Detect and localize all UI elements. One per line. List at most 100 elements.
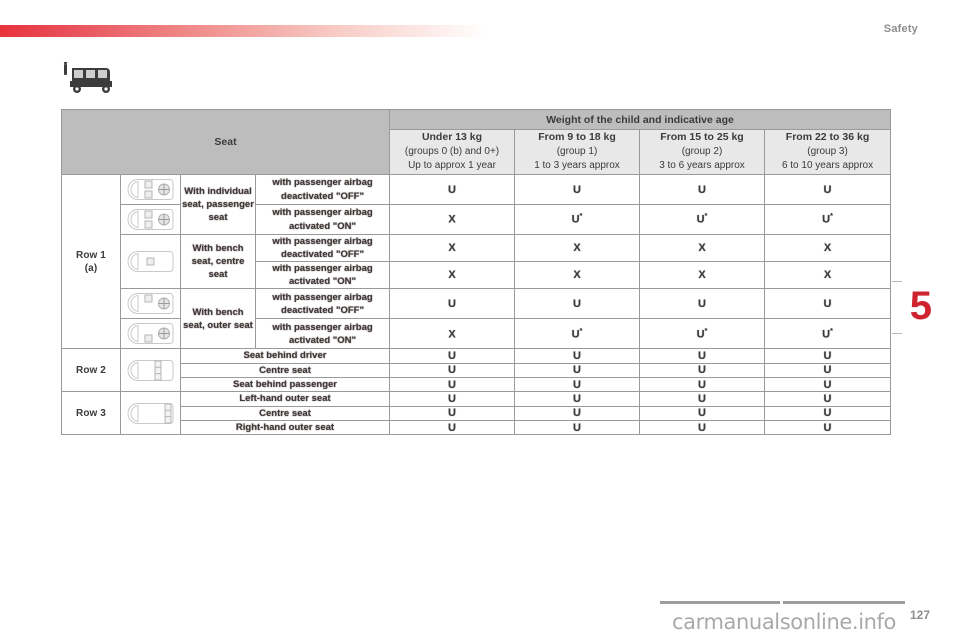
table-row: With bench seat, centre seat with passen… — [62, 233, 892, 290]
cell-value: U — [639, 405, 765, 421]
vehicle-top-view-front-individual-icon-2 — [120, 204, 181, 235]
cell-value: U — [639, 391, 765, 407]
seat-column-header: Seat — [61, 109, 390, 175]
group-label-0: (groups 0 (b) and 0+) — [404, 146, 500, 158]
cell-value: U — [514, 419, 640, 436]
weight-column-0: Under 13 kg (groups 0 (b) and 0+) Up to … — [389, 129, 515, 175]
cell-value: U — [514, 348, 640, 364]
chapter-tab-rule-top — [892, 281, 902, 282]
vehicle-top-view-bench-centre-icon — [120, 233, 181, 290]
row-group-label-row1: Row 1 (a) — [61, 173, 121, 350]
cell-value: X — [514, 261, 640, 290]
weight-group-header: Weight of the child and indicative age — [388, 109, 892, 130]
cell-value: U* — [763, 318, 892, 350]
group-label-1: (group 1) — [556, 146, 598, 158]
cell-value: X — [389, 233, 515, 263]
cell-value: U — [639, 288, 765, 320]
age-label-0: Up to approx 1 year — [408, 160, 496, 172]
cell-value: U — [763, 174, 892, 205]
airbag-state-label: with passenger airbag deactivated "OFF" — [255, 174, 390, 205]
cell-value: U — [514, 405, 640, 421]
cell-value: U — [389, 288, 515, 320]
cell-value: U — [763, 405, 892, 421]
table-row: Centre seat U U U U — [62, 405, 892, 421]
table-row: Row 1 (a) With individual seat, passenge… — [61, 173, 892, 350]
airbag-state-label: with passenger airbag deactivated "OFF" — [255, 288, 390, 320]
vehicle-top-view-front-individual-icon — [120, 174, 181, 205]
seat-type-label: Centre seat — [180, 362, 390, 379]
table-header-row-1: Seat Weight of the child and indicative … — [61, 109, 892, 175]
weight-column-3: From 22 to 36 kg (group 3) 6 to 10 years… — [763, 129, 892, 175]
cell-value: U — [389, 419, 515, 436]
cell-value: U — [389, 391, 515, 407]
seat-type-label: With bench seat, centre seat — [180, 233, 256, 290]
group-label-2: (group 2) — [681, 146, 723, 158]
cell-value: X — [763, 233, 892, 263]
cell-value: U — [389, 377, 515, 393]
seat-type-label: Centre seat — [180, 405, 390, 421]
table-row: Right-hand outer seat U U U U — [62, 419, 892, 436]
child-seat-compatibility-table: Seat Weight of the child and indicative … — [61, 109, 892, 436]
group-label-3: (group 3) — [807, 146, 848, 158]
cell-value: U — [763, 288, 892, 320]
cell-value: U — [389, 405, 515, 421]
cell-value: X — [639, 233, 765, 263]
cell-value: U — [763, 362, 892, 379]
row-group-label-row3: Row 3 — [61, 391, 121, 436]
airbag-state-label: with passenger airbag activated "ON" — [255, 261, 390, 290]
weight-label-1: From 9 to 18 kg — [538, 131, 616, 144]
chapter-tab-rule-bottom — [892, 333, 902, 334]
vehicle-top-view-second-row-icon — [120, 348, 181, 393]
cell-value: U* — [763, 204, 892, 235]
cell-value: X — [639, 261, 765, 290]
weight-label-3: From 22 to 36 kg — [785, 131, 870, 144]
table-row: Row 2 Seat behind driver U U U U — [61, 348, 892, 393]
age-label-2: 3 to 6 years approx — [659, 160, 745, 172]
vehicle-top-view-bench-outer-icon-2 — [120, 318, 181, 350]
weight-column-2: From 15 to 25 kg (group 2) 3 to 6 years … — [639, 129, 765, 175]
cell-value: U — [514, 377, 640, 393]
cell-value: U* — [639, 204, 765, 235]
cell-value: U — [763, 348, 892, 364]
cell-value: U — [639, 419, 765, 436]
cell-value: U — [514, 362, 640, 379]
weight-column-1: From 9 to 18 kg (group 1) 1 to 3 years a… — [514, 129, 640, 175]
chapter-title: Safety — [883, 23, 918, 35]
cell-value: U — [763, 391, 892, 407]
vehicle-top-view-third-row-icon — [120, 391, 181, 436]
row-group-name-row1: Row 1 — [76, 249, 106, 261]
watermark-rule — [660, 599, 905, 606]
cell-value: U — [514, 174, 640, 205]
page-number: 127 — [909, 608, 930, 622]
cell-value: U — [639, 377, 765, 393]
weight-label-2: From 15 to 25 kg — [660, 131, 744, 144]
weight-label-0: Under 13 kg — [421, 131, 483, 144]
chapter-number: 5 — [909, 284, 932, 328]
age-label-3: 6 to 10 years approx — [781, 160, 874, 172]
seat-type-label: Seat behind driver — [180, 348, 390, 364]
cell-value: U — [389, 348, 515, 364]
seat-type-label: Right-hand outer seat — [180, 419, 390, 436]
header-gradient-bar — [0, 25, 488, 37]
table-row: With bench seat, outer seat with passeng… — [62, 288, 892, 350]
seat-type-label: With individual seat, passenger seat — [180, 174, 256, 235]
cell-value: X — [763, 261, 892, 290]
airbag-state-label: with passenger airbag deactivated "OFF" — [255, 233, 390, 263]
cell-value: U — [389, 362, 515, 379]
cell-value: U* — [514, 318, 640, 350]
cell-value: U* — [639, 318, 765, 350]
seat-type-label: Left-hand outer seat — [180, 391, 390, 407]
cell-value: U — [389, 174, 515, 205]
cell-value: U — [639, 174, 765, 205]
airbag-state-label: with passenger airbag activated "ON" — [255, 318, 390, 350]
cell-value: U — [639, 348, 765, 364]
cell-value: U* — [514, 204, 640, 235]
row-group-note-row1: (a) — [84, 262, 98, 274]
cell-value: U — [763, 377, 892, 393]
child-seat-vehicle-icon — [62, 60, 124, 96]
table-row: Seat behind passenger U U U U — [62, 377, 892, 393]
seat-type-label: With bench seat, outer seat — [180, 288, 256, 350]
seat-type-label: Seat behind passenger — [180, 377, 390, 393]
cell-value: U — [763, 419, 892, 436]
cell-value: X — [389, 204, 515, 235]
